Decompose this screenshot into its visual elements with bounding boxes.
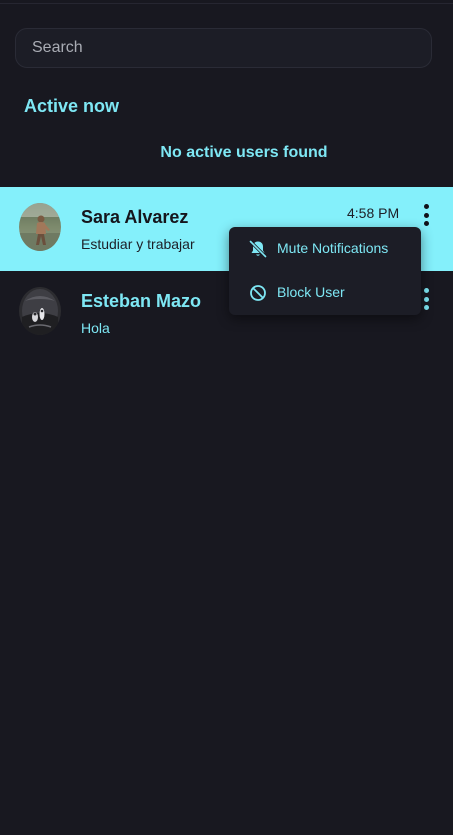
avatar[interactable] bbox=[19, 203, 61, 251]
mute-notifications-menu-item[interactable]: Mute Notifications bbox=[229, 227, 421, 271]
chat-preview: Hola bbox=[81, 320, 110, 336]
more-dot-icon bbox=[423, 296, 429, 302]
avatar[interactable] bbox=[19, 287, 61, 335]
bell-off-icon bbox=[248, 239, 268, 259]
search-box[interactable] bbox=[15, 28, 432, 68]
avatar-photo bbox=[19, 287, 61, 335]
more-dot-icon bbox=[423, 288, 429, 293]
more-dot-icon bbox=[423, 212, 429, 218]
no-active-users-message: No active users found bbox=[160, 144, 328, 161]
more-dot-icon bbox=[423, 305, 429, 310]
block-user-menu-item[interactable]: Block User bbox=[229, 271, 421, 315]
more-dot-icon bbox=[423, 221, 429, 226]
chat-time: 4:58 PM bbox=[347, 205, 400, 221]
chat-list-screen: Active now No active users found bbox=[0, 0, 453, 835]
chat-name: Esteban Mazo bbox=[81, 291, 202, 311]
search-input[interactable] bbox=[32, 39, 412, 57]
more-options-button[interactable] bbox=[418, 202, 434, 228]
block-icon bbox=[248, 283, 268, 303]
menu-item-label: Mute Notifications bbox=[277, 240, 389, 256]
chat-options-menu: Mute Notifications Block User bbox=[229, 227, 421, 315]
active-now-title: Active now bbox=[24, 96, 120, 116]
header-divider bbox=[0, 3, 453, 4]
chat-preview: Estudiar y trabajar bbox=[81, 236, 195, 252]
menu-item-label: Block User bbox=[277, 284, 345, 300]
avatar-photo bbox=[19, 203, 61, 251]
more-dot-icon bbox=[423, 204, 429, 209]
chat-name: Sara Alvarez bbox=[81, 207, 189, 227]
